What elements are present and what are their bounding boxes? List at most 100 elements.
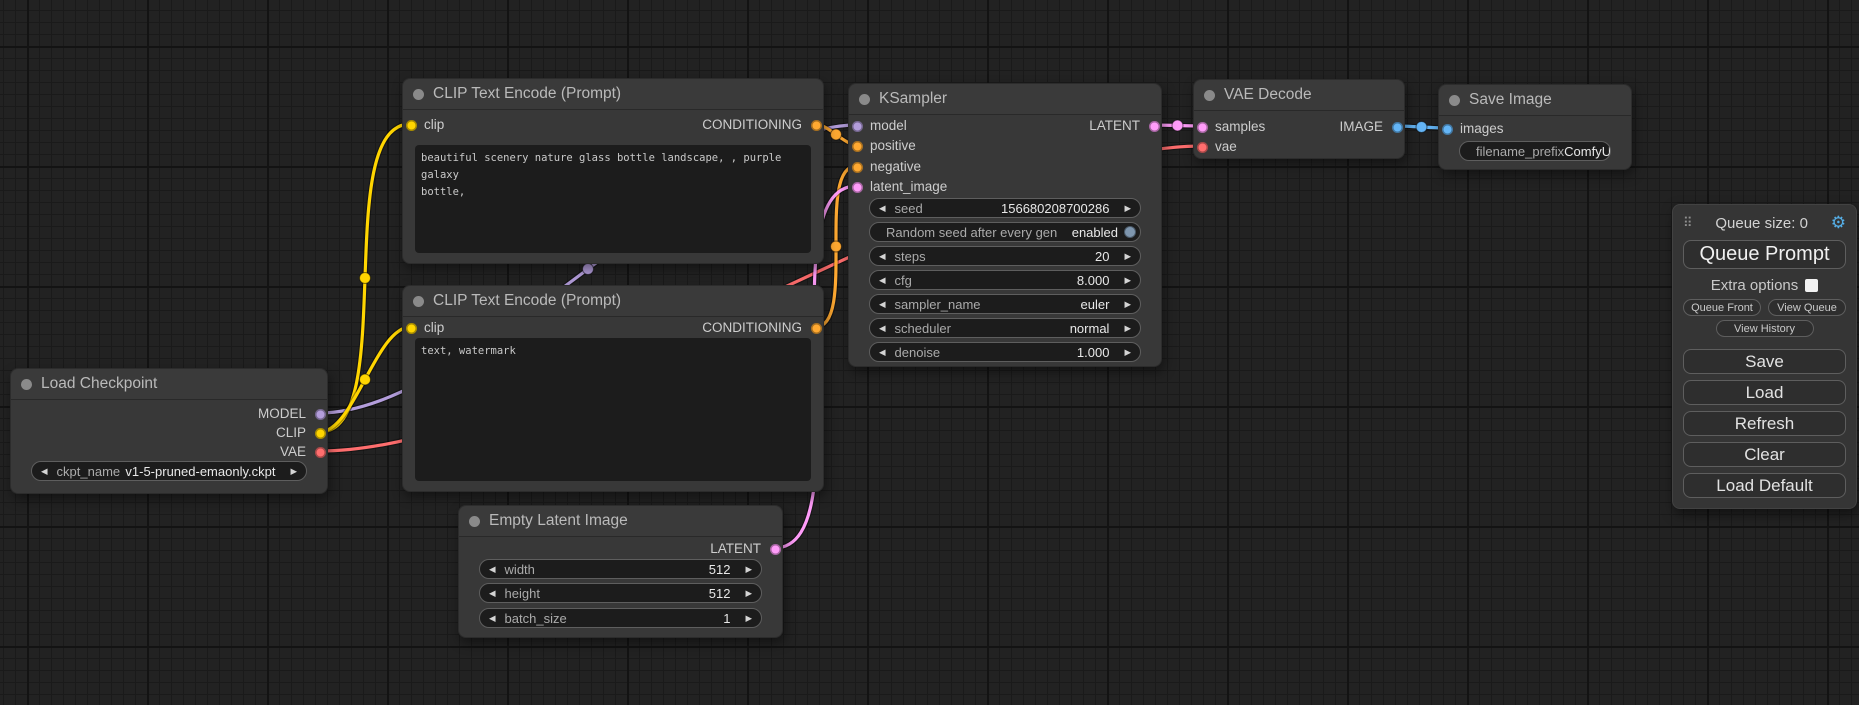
input-port-clip-icon[interactable] — [406, 120, 417, 131]
node-save-image[interactable]: Save Image images filename_prefixComfyUI — [1438, 84, 1632, 170]
increment-arrow-icon[interactable]: ▶ — [736, 584, 761, 602]
increment-arrow-icon[interactable]: ▶ — [1115, 343, 1140, 361]
toggle-knob-icon[interactable] — [1124, 226, 1136, 238]
collapse-dot-icon[interactable] — [21, 379, 32, 390]
collapse-dot-icon[interactable] — [859, 94, 870, 105]
node-title-bar[interactable]: KSampler — [849, 84, 1161, 115]
output-port-VAE-icon[interactable] — [315, 447, 326, 458]
input-label: positive — [870, 138, 916, 154]
graph-canvas[interactable]: Load CheckpointMODELCLIPVAE◀ckpt_namev1-… — [0, 0, 1859, 705]
node-title-bar[interactable]: CLIP Text Encode (Prompt) — [403, 286, 823, 317]
input-label: model — [870, 118, 907, 134]
widget-sampler-name[interactable]: ◀sampler_nameeuler▶ — [869, 294, 1141, 314]
decrement-arrow-icon[interactable]: ◀ — [480, 560, 505, 578]
node-clip-encode-negative[interactable]: CLIP Text Encode (Prompt)clipCONDITIONIN… — [402, 285, 824, 492]
increment-arrow-icon[interactable]: ▶ — [1115, 247, 1140, 265]
output-label: CONDITIONING — [702, 117, 802, 133]
input-label: clip — [424, 320, 444, 336]
view-history-button[interactable]: View History — [1716, 320, 1814, 337]
output-port-IMAGE-icon[interactable] — [1392, 122, 1403, 133]
prompt-textarea[interactable]: text, watermark — [415, 338, 811, 481]
decrement-arrow-icon[interactable]: ◀ — [480, 609, 505, 627]
collapse-dot-icon[interactable] — [1204, 90, 1215, 101]
decrement-arrow-icon[interactable]: ◀ — [870, 319, 895, 337]
input-port-images-icon[interactable] — [1442, 124, 1453, 135]
output-label: IMAGE — [1339, 119, 1383, 135]
increment-arrow-icon[interactable]: ▶ — [736, 560, 761, 578]
output-port-CONDITIONING-icon[interactable] — [811, 120, 822, 131]
decrement-arrow-icon[interactable]: ◀ — [870, 271, 895, 289]
widget-scheduler[interactable]: ◀schedulernormal▶ — [869, 318, 1141, 338]
input-port-latent_image-icon[interactable] — [852, 182, 863, 193]
queue-prompt-button[interactable]: Queue Prompt — [1683, 240, 1846, 269]
collapse-dot-icon[interactable] — [469, 516, 480, 527]
collapse-dot-icon[interactable] — [413, 89, 424, 100]
widget-value: ComfyUI — [1564, 144, 1611, 159]
settings-gear-icon[interactable]: ⚙ — [1831, 213, 1846, 233]
increment-arrow-icon[interactable]: ▶ — [1115, 319, 1140, 337]
widget-label: Random seed after every gen — [870, 225, 1057, 240]
output-port-LATENT-icon[interactable] — [770, 544, 781, 555]
widget-ckpt-name[interactable]: ◀ckpt_namev1-5-pruned-emaonly.ckpt▶ — [31, 461, 307, 481]
output-port-CONDITIONING-icon[interactable] — [811, 323, 822, 334]
queue-menu-panel: ⠿ Queue size: 0 ⚙ Queue Prompt Extra opt… — [1672, 204, 1857, 509]
node-ksampler[interactable]: KSamplermodelpositivenegativelatent_imag… — [848, 83, 1162, 367]
drag-handle-icon[interactable]: ⠿ — [1683, 215, 1693, 231]
node-title-bar[interactable]: Load Checkpoint — [11, 369, 327, 400]
node-empty-latent[interactable]: Empty Latent ImageLATENT◀width512▶◀heigh… — [458, 505, 783, 638]
decrement-arrow-icon[interactable]: ◀ — [870, 343, 895, 361]
save-button[interactable]: Save — [1683, 349, 1846, 374]
increment-arrow-icon[interactable]: ▶ — [1115, 271, 1140, 289]
output-port-LATENT-icon[interactable] — [1149, 121, 1160, 132]
refresh-button[interactable]: Refresh — [1683, 411, 1846, 436]
widget-label: filename_prefix — [1460, 144, 1564, 159]
increment-arrow-icon[interactable]: ▶ — [1115, 295, 1140, 313]
node-clip-encode-positive[interactable]: CLIP Text Encode (Prompt)clipCONDITIONIN… — [402, 78, 824, 264]
widget-denoise[interactable]: ◀denoise1.000▶ — [869, 342, 1141, 362]
decrement-arrow-icon[interactable]: ◀ — [32, 462, 57, 480]
node-load-checkpoint[interactable]: Load CheckpointMODELCLIPVAE◀ckpt_namev1-… — [10, 368, 328, 494]
decrement-arrow-icon[interactable]: ◀ — [480, 584, 505, 602]
input-port-positive-icon[interactable] — [852, 141, 863, 152]
widget-cfg[interactable]: ◀cfg8.000▶ — [869, 270, 1141, 290]
widget-height[interactable]: ◀height512▶ — [479, 583, 762, 603]
menu-header: ⠿ Queue size: 0 ⚙ — [1683, 213, 1846, 233]
input-port-vae-icon[interactable] — [1197, 142, 1208, 153]
node-title-bar[interactable]: VAE Decode — [1194, 80, 1404, 111]
widget-random-seed-after-every-gen[interactable]: Random seed after every genenabled — [869, 222, 1141, 242]
extra-options-checkbox[interactable] — [1805, 279, 1818, 292]
output-port-CLIP-icon[interactable] — [315, 428, 326, 439]
increment-arrow-icon[interactable]: ▶ — [736, 609, 761, 627]
widget-batch-size[interactable]: ◀batch_size1▶ — [479, 608, 762, 628]
node-vae-decode[interactable]: VAE DecodesamplesvaeIMAGE — [1193, 79, 1405, 159]
queue-front-button[interactable]: Queue Front — [1683, 299, 1761, 316]
widget-filename-prefix[interactable]: filename_prefixComfyUI — [1459, 141, 1611, 161]
increment-arrow-icon[interactable]: ▶ — [1115, 199, 1140, 217]
history-row: View History — [1683, 320, 1846, 337]
widget-width[interactable]: ◀width512▶ — [479, 559, 762, 579]
decrement-arrow-icon[interactable]: ◀ — [870, 199, 895, 217]
increment-arrow-icon[interactable]: ▶ — [281, 462, 306, 480]
widget-value: 20 — [926, 249, 1116, 264]
input-port-model-icon[interactable] — [852, 121, 863, 132]
input-label: images — [1460, 121, 1504, 137]
input-port-samples-icon[interactable] — [1197, 122, 1208, 133]
input-port-clip-icon[interactable] — [406, 323, 417, 334]
output-port-MODEL-icon[interactable] — [315, 409, 326, 420]
load-button[interactable]: Load — [1683, 380, 1846, 405]
widget-value: 1 — [567, 611, 737, 626]
input-port-negative-icon[interactable] — [852, 162, 863, 173]
node-title-bar[interactable]: Save Image — [1439, 85, 1631, 116]
node-title-bar[interactable]: CLIP Text Encode (Prompt) — [403, 79, 823, 110]
decrement-arrow-icon[interactable]: ◀ — [870, 295, 895, 313]
widget-steps[interactable]: ◀steps20▶ — [869, 246, 1141, 266]
collapse-dot-icon[interactable] — [413, 296, 424, 307]
view-queue-button[interactable]: View Queue — [1768, 299, 1846, 316]
collapse-dot-icon[interactable] — [1449, 95, 1460, 106]
node-title-bar[interactable]: Empty Latent Image — [459, 506, 782, 537]
prompt-textarea[interactable]: beautiful scenery nature glass bottle la… — [415, 145, 811, 253]
load-default-button[interactable]: Load Default — [1683, 473, 1846, 498]
decrement-arrow-icon[interactable]: ◀ — [870, 247, 895, 265]
clear-button[interactable]: Clear — [1683, 442, 1846, 467]
widget-seed[interactable]: ◀seed156680208700286▶ — [869, 198, 1141, 218]
